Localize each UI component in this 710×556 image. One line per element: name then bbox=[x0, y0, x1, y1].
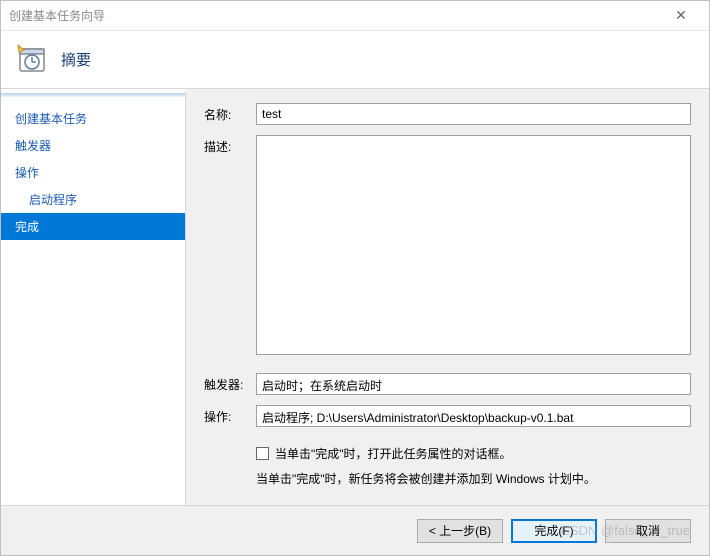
titlebar: 创建基本任务向导 ✕ bbox=[1, 1, 709, 31]
checkbox-label: 当单击"完成"时，打开此任务属性的对话框。 bbox=[275, 445, 512, 462]
wizard-footer: < 上一步(B) 完成(F) 取消 bbox=[1, 505, 709, 555]
window-title: 创建基本任务向导 bbox=[9, 7, 661, 24]
back-button[interactable]: < 上一步(B) bbox=[417, 519, 503, 543]
finish-button[interactable]: 完成(F) bbox=[511, 519, 597, 543]
wizard-header: 摘要 bbox=[1, 31, 709, 89]
open-properties-checkbox[interactable] bbox=[256, 447, 269, 460]
description-label: 描述: bbox=[204, 135, 256, 155]
action-value: 启动程序; D:\Users\Administrator\Desktop\bac… bbox=[256, 405, 691, 427]
hint-text: 当单击"完成"时，新任务将会被创建并添加到 Windows 计划中。 bbox=[256, 470, 691, 487]
main-panel: 名称: 描述: 触发器: 启动时；在系统启动时 操作: 启动程序; D:\Use… bbox=[186, 89, 709, 505]
sidebar-item-finish[interactable]: 完成 bbox=[1, 213, 185, 240]
close-icon[interactable]: ✕ bbox=[661, 7, 701, 24]
cancel-button[interactable]: 取消 bbox=[605, 519, 691, 543]
name-input[interactable] bbox=[256, 103, 691, 125]
wizard-window: 创建基本任务向导 ✕ 摘要 创建基本任务 触发器 操作 启动程序 完成 bbox=[0, 0, 710, 556]
sidebar-item-action[interactable]: 操作 bbox=[1, 159, 185, 186]
sidebar-item-start-program[interactable]: 启动程序 bbox=[1, 186, 185, 213]
trigger-label: 触发器: bbox=[204, 373, 256, 393]
sidebar-item-create-task[interactable]: 创建基本任务 bbox=[1, 105, 185, 132]
wizard-body: 创建基本任务 触发器 操作 启动程序 完成 名称: 描述: 触发器: 启动时；在… bbox=[1, 89, 709, 505]
name-label: 名称: bbox=[204, 103, 256, 123]
sidebar: 创建基本任务 触发器 操作 启动程序 完成 bbox=[1, 89, 186, 505]
page-title: 摘要 bbox=[61, 49, 91, 70]
description-input[interactable] bbox=[256, 135, 691, 355]
sidebar-item-trigger[interactable]: 触发器 bbox=[1, 132, 185, 159]
clock-icon bbox=[15, 42, 47, 77]
trigger-value: 启动时；在系统启动时 bbox=[256, 373, 691, 395]
action-label: 操作: bbox=[204, 405, 256, 425]
